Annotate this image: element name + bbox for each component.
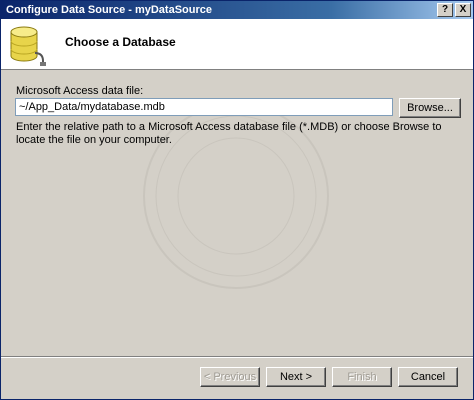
page-title: Choose a Database	[65, 35, 176, 49]
previous-button[interactable]: < Previous	[200, 367, 260, 387]
next-button[interactable]: Next >	[266, 367, 326, 387]
access-file-label: Microsoft Access data file:	[16, 85, 144, 97]
help-button[interactable]: ?	[437, 3, 453, 17]
window-title: Configure Data Source - myDataSource	[6, 4, 212, 16]
help-text: Enter the relative path to a Microsoft A…	[16, 121, 442, 146]
cancel-button[interactable]: Cancel	[398, 367, 458, 387]
close-button[interactable]: X	[455, 3, 471, 17]
footer-separator	[1, 356, 473, 358]
browse-button[interactable]: Browse...	[399, 98, 461, 118]
finish-button[interactable]: Finish	[332, 367, 392, 387]
database-icon	[10, 26, 46, 66]
configure-data-source-dialog: Configure Data Source - myDataSource ? X…	[0, 0, 474, 400]
access-file-path-input[interactable]	[15, 98, 393, 116]
title-bar[interactable]: Configure Data Source - myDataSource ? X	[1, 1, 473, 19]
wizard-header: Choose a Database	[1, 19, 473, 70]
